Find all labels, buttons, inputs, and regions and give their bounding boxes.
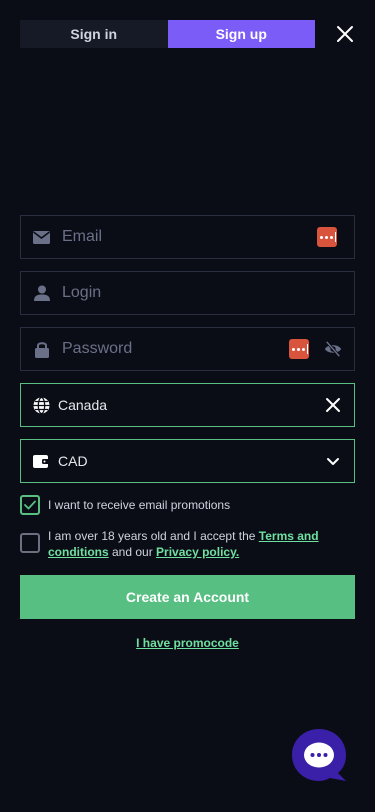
terms-label: I am over 18 years old and I accept the … — [48, 528, 338, 560]
password-field[interactable]: Password — [20, 327, 355, 371]
promo-label: I want to receive email promotions — [48, 498, 231, 512]
terms-checkbox[interactable] — [20, 533, 40, 553]
country-select[interactable]: Canada — [20, 383, 355, 427]
chat-icon[interactable] — [291, 728, 347, 784]
promocode-link[interactable]: I have promocode — [0, 636, 375, 650]
auth-tabs: Sign in Sign up — [20, 20, 315, 48]
terms-middle: and our — [108, 545, 157, 559]
clear-icon[interactable] — [324, 396, 342, 414]
login-field[interactable]: Login — [20, 271, 355, 315]
tab-sign-up[interactable]: Sign up — [167, 20, 315, 48]
password-manager-icon[interactable] — [289, 339, 309, 359]
globe-icon — [33, 396, 50, 414]
eye-off-icon[interactable] — [324, 340, 342, 358]
country-value: Canada — [58, 397, 108, 413]
currency-value: CAD — [58, 453, 88, 469]
email-field[interactable]: Email — [20, 215, 355, 259]
login-placeholder: Login — [62, 284, 102, 301]
close-icon[interactable] — [335, 24, 355, 44]
password-placeholder: Password — [62, 340, 133, 357]
email-placeholder: Email — [62, 228, 103, 245]
chevron-down-icon[interactable] — [324, 452, 342, 470]
promo-checkbox[interactable] — [20, 495, 40, 515]
check-icon — [24, 500, 36, 510]
tab-sign-in[interactable]: Sign in — [20, 20, 168, 48]
terms-prefix: I am over 18 years old and I accept the — [48, 529, 259, 543]
envelope-icon — [33, 229, 50, 246]
terms-consent-row: I am over 18 years old and I accept the … — [20, 528, 355, 560]
user-icon — [33, 285, 50, 302]
currency-select[interactable]: CAD — [20, 439, 355, 483]
password-manager-icon[interactable] — [317, 227, 337, 247]
privacy-link[interactable]: Privacy policy. — [156, 545, 239, 559]
lock-icon — [33, 341, 50, 358]
promo-consent-row: I want to receive email promotions — [20, 495, 355, 515]
create-account-button[interactable]: Create an Account — [20, 575, 355, 619]
wallet-icon — [33, 453, 50, 470]
